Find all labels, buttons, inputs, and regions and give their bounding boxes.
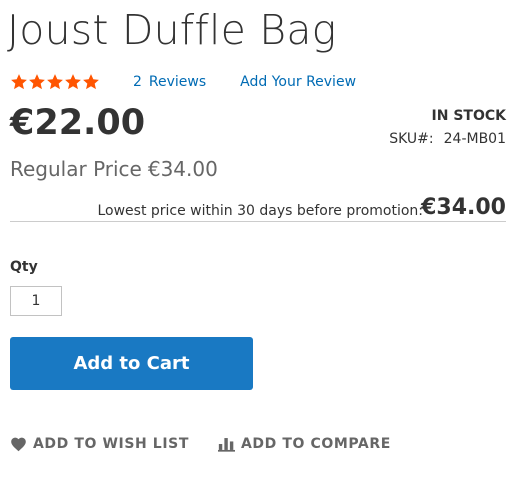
rating-summary: 2 Reviews Add Your Review: [10, 72, 356, 92]
sku-value: 24-MB01: [443, 131, 506, 147]
bar-chart-icon: [217, 438, 235, 452]
page-title: Joust Duffle Bag: [7, 6, 337, 54]
add-to-wishlist-label: Add to Wish List: [33, 436, 189, 452]
reviews-link[interactable]: 2 Reviews: [133, 74, 206, 90]
add-review-link[interactable]: Add Your Review: [240, 74, 356, 90]
sku-label: SKU#:: [389, 131, 434, 147]
regular-price-label: Regular Price: [10, 157, 142, 181]
regular-price: Regular Price €34.00: [10, 157, 218, 181]
review-count: 2: [133, 74, 142, 90]
stock-status: In stock: [431, 108, 506, 124]
star-icon: [29, 74, 45, 90]
star-icon: [47, 74, 63, 90]
rating-stars: [10, 73, 100, 91]
add-to-cart-button[interactable]: Add to Cart: [10, 337, 253, 390]
product-sku: SKU#: 24-MB01: [389, 131, 506, 147]
final-price: €22.00: [10, 103, 146, 143]
lowest-price-label: Lowest price within 30 days before promo…: [97, 203, 423, 219]
star-icon: [83, 74, 99, 90]
regular-price-value: €34.00: [147, 157, 218, 181]
star-icon: [65, 74, 81, 90]
add-to-wishlist-link[interactable]: Add to Wish List: [10, 436, 189, 452]
star-icon: [11, 74, 27, 90]
lowest-price-row: Lowest price within 30 days before promo…: [10, 192, 506, 222]
reviews-label: Reviews: [148, 74, 207, 90]
add-to-compare-link[interactable]: Add to Compare: [217, 436, 391, 452]
lowest-price-value: €34.00: [421, 195, 506, 220]
qty-label: Qty: [10, 259, 38, 275]
add-to-compare-label: Add to Compare: [240, 436, 391, 452]
heart-icon: [11, 437, 26, 452]
product-info-main: Joust Duffle Bag 2 Reviews Add Your Revie…: [0, 0, 516, 485]
product-social-actions: Add to Wish List Add to Compare: [10, 434, 391, 454]
qty-input[interactable]: [10, 286, 62, 316]
